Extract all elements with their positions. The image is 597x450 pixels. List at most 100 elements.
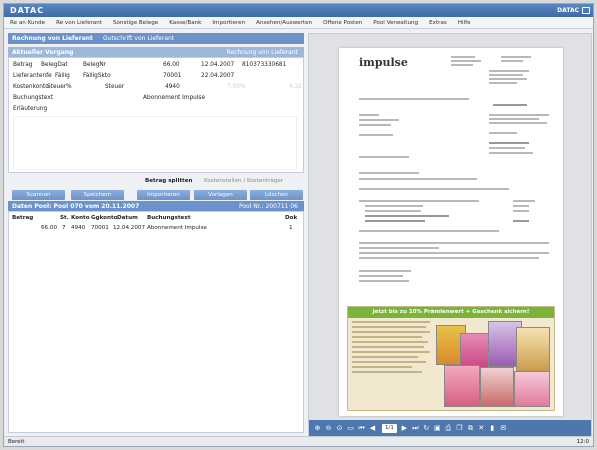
scannen-button[interactable]: Scannen — [12, 190, 65, 200]
document-viewer: impulse Jetzt bis zu 10% Prämienwert + G… — [308, 33, 592, 437]
form-row-erlaeuterung: Erläuterung — [13, 106, 303, 115]
print-icon[interactable]: ⎙ — [444, 424, 453, 433]
window-restore-icon[interactable] — [582, 7, 590, 14]
mail-icon[interactable]: ✉ — [499, 424, 508, 432]
advert-text-block — [352, 321, 434, 407]
action-bar: Betrag splitten Kostenstellen / Kostentr… — [8, 173, 304, 201]
menu-re-von-lieferant[interactable]: Re von Lieferant — [56, 20, 102, 26]
menu-importieren[interactable]: Importieren — [212, 20, 245, 26]
belegdat-field[interactable]: 12.04.2007 — [201, 62, 234, 68]
menu-re-an-kunde[interactable]: Re an Kunde — [10, 20, 45, 26]
col-ggkonto[interactable]: Ggkonto — [91, 215, 118, 221]
section-subtitle[interactable]: Gutschrift von Lieferant — [103, 35, 174, 42]
form-row-lieferant: Lieferantenfe Fällig FälligSkto 70001 22… — [13, 73, 303, 82]
label-erlaeuterung: Erläuterung — [13, 106, 48, 112]
form-row-betrag: Betrag BelegDat BelegNr 66.00 12.04.2007… — [13, 62, 303, 71]
zoom-fit-icon[interactable]: ⊙ — [335, 424, 344, 432]
menu-extras[interactable]: Extras — [429, 20, 447, 26]
erlaeuterung-textarea[interactable] — [13, 116, 297, 170]
label-lieferant: Lieferantenfe — [13, 73, 52, 79]
lieferant-field[interactable]: 70001 — [163, 73, 181, 79]
split-icon[interactable]: ⧉ — [466, 424, 475, 433]
label-kostenkonto: Kostenkonto — [13, 84, 49, 90]
steuer-field[interactable]: 4.32 — [289, 84, 302, 90]
belegnr-field[interactable]: 810373330681 — [242, 62, 286, 68]
magazine-cover-brigitte — [514, 371, 550, 407]
viewer-toolbar: ⊕ ⊖ ⊙ ▭ ⏮ ◀ 1/1 ▶ ⏭ ↻ ▣ ⎙ ❐ ⧉ ✕ ▮ ✉ — [309, 420, 591, 436]
invoice-preview[interactable]: impulse Jetzt bis zu 10% Prämienwert + G… — [339, 48, 563, 416]
vorlagen-button[interactable]: Vorlagen — [194, 190, 247, 200]
loeschen-button[interactable]: Löschen — [250, 190, 303, 200]
faellig-field[interactable]: 22.04.2007 — [201, 73, 234, 79]
status-text: Bereit — [8, 439, 25, 445]
pool-header: Daten Pool: Pool 070 vom 20.11.2007 Pool… — [8, 201, 304, 211]
importieren-button[interactable]: Importieren — [137, 190, 190, 200]
cell-datum[interactable]: 12.04.2007 — [113, 225, 145, 231]
zoom-out-icon[interactable]: ⊖ — [324, 424, 333, 432]
page-indicator[interactable]: 1/1 — [382, 423, 397, 433]
cell-buchungstext[interactable]: Abonnement Impulse — [147, 225, 207, 231]
menu-hilfe[interactable]: Hilfe — [458, 20, 471, 26]
buchungstext-field[interactable]: Abonnement Impulse — [143, 95, 205, 101]
delete-icon[interactable]: ✕ — [477, 424, 486, 432]
col-st[interactable]: St. — [60, 215, 69, 221]
fit-width-icon[interactable]: ▭ — [346, 424, 355, 432]
col-konto[interactable]: Konto — [71, 215, 90, 221]
first-page-icon[interactable]: ⏮ — [357, 424, 366, 433]
label-faellig-skto: FälligSkto — [83, 73, 111, 79]
doc-title: impulse — [359, 56, 408, 69]
label-buchungstext: Buchungstext — [13, 95, 54, 101]
cell-ggkonto[interactable]: 70001 — [91, 225, 109, 231]
label-betrag: Betrag — [13, 62, 33, 68]
label-steuer: Steuer — [105, 84, 125, 90]
menu-sonstige-belege[interactable]: Sonstige Belege — [113, 20, 158, 26]
prev-page-icon[interactable]: ◀ — [368, 424, 377, 432]
steuer-pct-field[interactable]: 7.00% — [227, 84, 245, 90]
col-dok[interactable]: Dok — [285, 215, 297, 221]
speichern-button[interactable]: Speichern — [71, 190, 124, 200]
pool-table: Betrag St. Konto Ggkonto Datum Buchungst… — [8, 211, 304, 433]
col-buchungstext[interactable]: Buchungstext — [147, 215, 191, 221]
cell-betrag[interactable]: 66.00 — [41, 225, 57, 231]
attach-icon[interactable]: ▮ — [488, 424, 497, 432]
app-logo: DATAC — [10, 6, 45, 15]
title-bar: DATAC DATAC — [4, 4, 593, 17]
section-title[interactable]: Rechnung von Lieferant — [12, 35, 93, 42]
cell-dok[interactable]: 1 — [289, 225, 293, 231]
menu-offene-posten[interactable]: Offene Posten — [323, 20, 362, 26]
betrag-splitten-checkbox[interactable]: Betrag splitten — [145, 178, 193, 184]
zoom-in-icon[interactable]: ⊕ — [313, 424, 322, 432]
kostenstellen-checkbox[interactable]: Kostenstellen / Kostenträger — [204, 178, 283, 184]
col-datum[interactable]: Datum — [117, 215, 138, 221]
menu-kasse-bank[interactable]: Kasse/Bank — [169, 20, 201, 26]
app-window: DATAC DATAC Re an Kunde Re von Lieferant… — [3, 3, 594, 447]
magazine-cover-gala — [444, 365, 480, 407]
form-panel-right: Rechnung von Lieferant — [226, 49, 298, 56]
form-row-kosten: Kostenkonto Steuer% Steuer 4940 7.00% 4.… — [13, 84, 303, 93]
form-row-buchungstext: Buchungstext Abonnement Impulse — [13, 95, 303, 104]
booking-form: Betrag BelegDat BelegNr 66.00 12.04.2007… — [8, 57, 304, 173]
menu-pool-verwaltung[interactable]: Pool Verwaltung — [373, 20, 418, 26]
cell-konto[interactable]: 4940 — [71, 225, 85, 231]
kostenkonto-field[interactable]: 4940 — [165, 84, 180, 90]
magazine-cover-frau — [480, 367, 514, 407]
col-betrag[interactable]: Betrag — [12, 215, 33, 221]
next-page-icon[interactable]: ▶ — [400, 424, 409, 432]
menu-bar: Re an Kunde Re von Lieferant Sonstige Be… — [4, 17, 593, 29]
magazine-cover-kiosk — [516, 327, 550, 373]
rotate-icon[interactable]: ↻ — [422, 424, 431, 432]
form-panel-title: Aktueller Vorgang — [12, 49, 74, 56]
label-belegnr: BelegNr — [83, 62, 107, 68]
pool-title: Daten Pool: Pool 070 vom 20.11.2007 — [12, 203, 140, 210]
betrag-field[interactable]: 66.00 — [163, 62, 180, 68]
label-belegdat: BelegDat — [41, 62, 68, 68]
status-clock: 12:0 — [576, 439, 589, 445]
save-icon[interactable]: ▣ — [433, 424, 442, 432]
pool-number: Pool Nr.: 200711 06 — [238, 203, 298, 210]
last-page-icon[interactable]: ⏭ — [411, 424, 420, 433]
menu-ansehen-auswerten[interactable]: Ansehen/Auswerten — [256, 20, 312, 26]
form-panel-header: Aktueller Vorgang Rechnung von Lieferant — [8, 47, 304, 57]
brand-label: DATAC — [557, 7, 579, 14]
copy-icon[interactable]: ❐ — [455, 424, 464, 432]
cell-st[interactable]: 7 — [62, 225, 66, 231]
